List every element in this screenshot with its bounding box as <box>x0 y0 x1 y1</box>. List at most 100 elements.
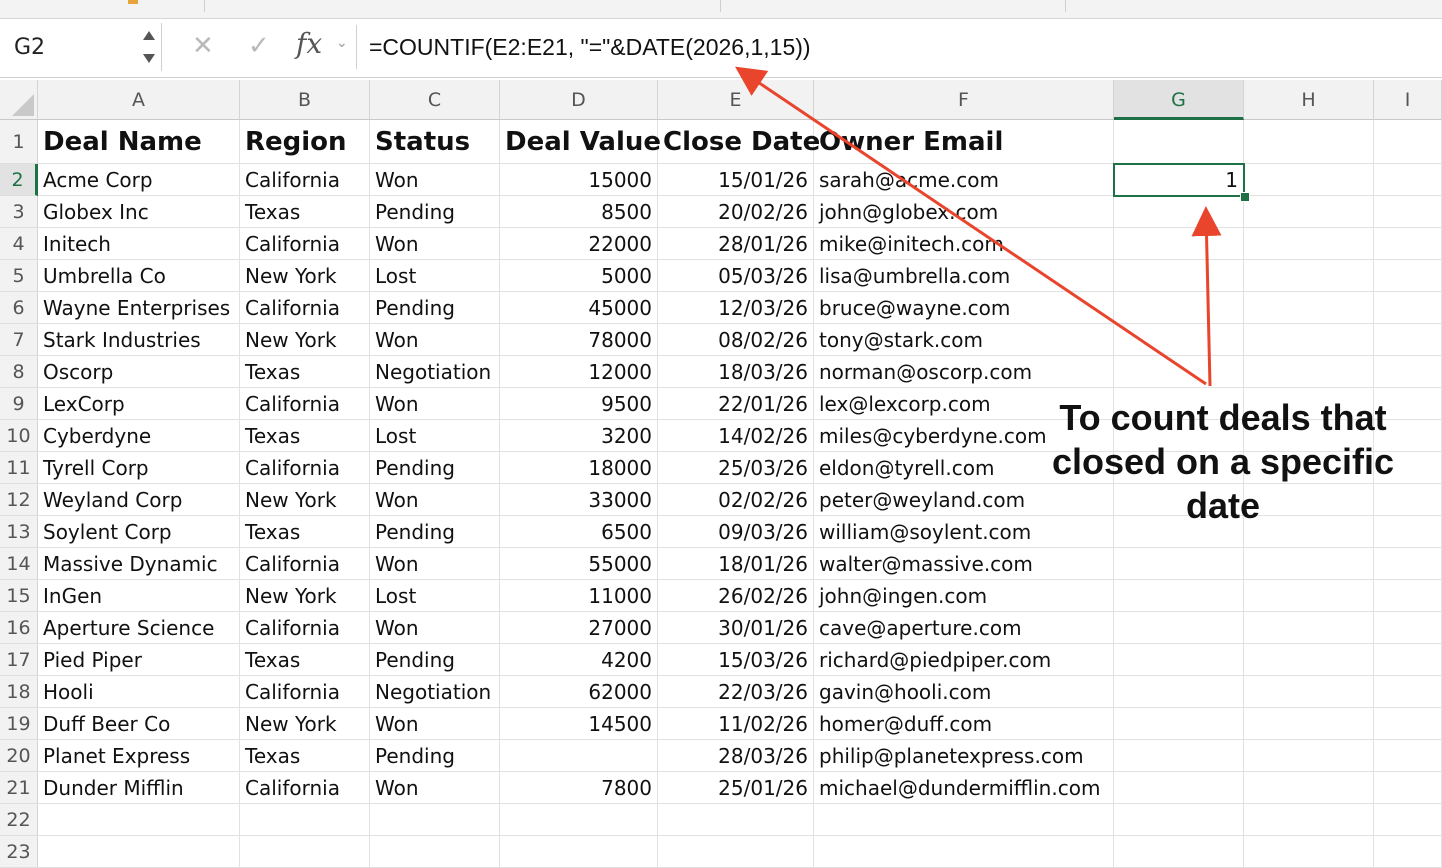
empty-cell[interactable] <box>1374 804 1442 836</box>
row-header-8[interactable]: 8 <box>0 356 38 388</box>
status-cell[interactable]: Won <box>370 708 500 740</box>
header-cell-f[interactable]: Owner Email <box>814 120 1114 164</box>
status-cell[interactable]: Won <box>370 484 500 516</box>
empty-cell[interactable] <box>1244 324 1374 356</box>
name-box[interactable]: G2 <box>0 23 162 71</box>
deal-name-cell[interactable]: Umbrella Co <box>38 260 240 292</box>
status-cell[interactable]: Won <box>370 612 500 644</box>
empty-cell[interactable] <box>1114 548 1244 580</box>
deal-value-cell[interactable]: 12000 <box>500 356 658 388</box>
row-header-16[interactable]: 16 <box>0 612 38 644</box>
row-header-22[interactable]: 22 <box>0 804 38 836</box>
deal-name-cell[interactable]: InGen <box>38 580 240 612</box>
fill-handle[interactable] <box>1240 192 1250 202</box>
empty-cell[interactable] <box>1114 356 1244 388</box>
close-date-cell[interactable]: 26/02/26 <box>658 580 814 612</box>
row-header-21[interactable]: 21 <box>0 772 38 804</box>
empty-cell[interactable] <box>370 804 500 836</box>
deal-value-cell[interactable]: 9500 <box>500 388 658 420</box>
row-header-3[interactable]: 3 <box>0 196 38 228</box>
deal-name-cell[interactable]: Massive Dynamic <box>38 548 240 580</box>
region-cell[interactable]: California <box>240 228 370 260</box>
empty-cell[interactable] <box>1244 676 1374 708</box>
deal-name-cell[interactable]: Wayne Enterprises <box>38 292 240 324</box>
region-cell[interactable]: Texas <box>240 356 370 388</box>
owner-email-cell[interactable]: tony@stark.com <box>814 324 1114 356</box>
status-cell[interactable]: Lost <box>370 420 500 452</box>
close-date-cell[interactable]: 11/02/26 <box>658 708 814 740</box>
close-date-cell[interactable]: 05/03/26 <box>658 260 814 292</box>
deal-value-cell[interactable]: 5000 <box>500 260 658 292</box>
column-header-f[interactable]: F <box>814 80 1114 120</box>
deal-name-cell[interactable]: LexCorp <box>38 388 240 420</box>
empty-cell[interactable] <box>1114 324 1244 356</box>
empty-cell[interactable] <box>1374 292 1442 324</box>
row-header-15[interactable]: 15 <box>0 580 38 612</box>
owner-email-cell[interactable]: john@ingen.com <box>814 580 1114 612</box>
region-cell[interactable]: California <box>240 164 370 196</box>
insert-function-icon[interactable]: fx <box>296 27 322 60</box>
empty-cell[interactable] <box>500 804 658 836</box>
deal-name-cell[interactable]: Soylent Corp <box>38 516 240 548</box>
region-cell[interactable]: Texas <box>240 740 370 772</box>
row-header-12[interactable]: 12 <box>0 484 38 516</box>
column-header-c[interactable]: C <box>370 80 500 120</box>
deal-value-cell[interactable]: 4200 <box>500 644 658 676</box>
deal-value-cell[interactable]: 7800 <box>500 772 658 804</box>
region-cell[interactable]: New York <box>240 708 370 740</box>
empty-cell[interactable] <box>1114 804 1244 836</box>
row-header-11[interactable]: 11 <box>0 452 38 484</box>
empty-cell[interactable] <box>1244 740 1374 772</box>
deal-name-cell[interactable]: Planet Express <box>38 740 240 772</box>
close-date-cell[interactable]: 02/02/26 <box>658 484 814 516</box>
region-cell[interactable]: California <box>240 388 370 420</box>
empty-cell[interactable] <box>1244 164 1374 196</box>
deal-value-cell[interactable]: 55000 <box>500 548 658 580</box>
name-box-stepper-icon[interactable] <box>143 29 155 65</box>
empty-cell[interactable] <box>500 836 658 868</box>
deal-name-cell[interactable]: Duff Beer Co <box>38 708 240 740</box>
region-cell[interactable]: Texas <box>240 420 370 452</box>
empty-cell[interactable] <box>1114 740 1244 772</box>
close-date-cell[interactable]: 28/03/26 <box>658 740 814 772</box>
close-date-cell[interactable]: 20/02/26 <box>658 196 814 228</box>
owner-email-cell[interactable]: sarah@acme.com <box>814 164 1114 196</box>
empty-cell[interactable] <box>38 836 240 868</box>
row-header-9[interactable]: 9 <box>0 388 38 420</box>
region-cell[interactable]: New York <box>240 260 370 292</box>
empty-cell[interactable] <box>658 836 814 868</box>
close-date-cell[interactable]: 18/03/26 <box>658 356 814 388</box>
column-header-d[interactable]: D <box>500 80 658 120</box>
deal-value-cell[interactable]: 14500 <box>500 708 658 740</box>
close-date-cell[interactable]: 28/01/26 <box>658 228 814 260</box>
deal-value-cell[interactable]: 15000 <box>500 164 658 196</box>
status-cell[interactable]: Won <box>370 164 500 196</box>
header-cell-a[interactable]: Deal Name <box>38 120 240 164</box>
region-cell[interactable]: Texas <box>240 644 370 676</box>
region-cell[interactable]: California <box>240 612 370 644</box>
deal-value-cell[interactable]: 45000 <box>500 292 658 324</box>
empty-cell[interactable] <box>1244 804 1374 836</box>
close-date-cell[interactable]: 30/01/26 <box>658 612 814 644</box>
empty-cell[interactable] <box>1114 228 1244 260</box>
status-cell[interactable]: Pending <box>370 292 500 324</box>
empty-cell[interactable] <box>1114 676 1244 708</box>
empty-cell[interactable] <box>1374 676 1442 708</box>
close-date-cell[interactable]: 25/01/26 <box>658 772 814 804</box>
deal-name-cell[interactable]: Dunder Mifflin <box>38 772 240 804</box>
empty-cell[interactable] <box>1114 772 1244 804</box>
row-header-5[interactable]: 5 <box>0 260 38 292</box>
status-cell[interactable]: Won <box>370 388 500 420</box>
owner-email-cell[interactable]: mike@initech.com <box>814 228 1114 260</box>
owner-email-cell[interactable]: john@globex.com <box>814 196 1114 228</box>
row-header-13[interactable]: 13 <box>0 516 38 548</box>
select-all-button[interactable] <box>0 80 38 120</box>
deal-value-cell[interactable]: 6500 <box>500 516 658 548</box>
empty-cell[interactable] <box>1244 644 1374 676</box>
empty-cell[interactable] <box>1114 708 1244 740</box>
status-cell[interactable]: Won <box>370 228 500 260</box>
close-date-cell[interactable]: 14/02/26 <box>658 420 814 452</box>
header-cell-e[interactable]: Close Date <box>658 120 820 164</box>
row-header-4[interactable]: 4 <box>0 228 38 260</box>
empty-cell[interactable] <box>1114 836 1244 868</box>
